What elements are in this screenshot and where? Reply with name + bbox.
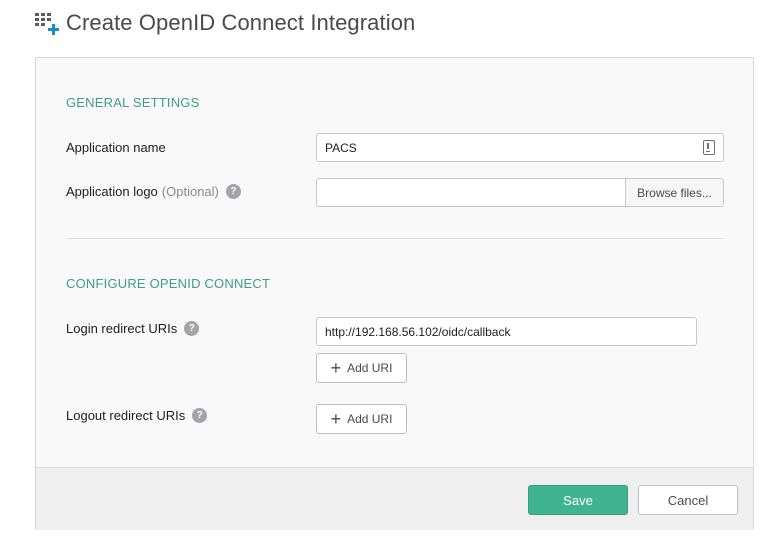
- optional-hint: (Optional): [161, 184, 219, 199]
- configure-openid-title: CONFIGURE OPENID CONNECT: [66, 276, 271, 291]
- login-redirect-uri-value: http://192.168.56.102/oidc/callback: [325, 324, 511, 339]
- add-uri-label: Add URI: [347, 412, 393, 426]
- plus-icon: +: [330, 358, 342, 378]
- browse-files-button[interactable]: Browse files...: [625, 179, 723, 206]
- application-name-label-text: Application name: [66, 140, 166, 155]
- add-logout-uri-button[interactable]: + Add URI: [316, 404, 407, 434]
- help-icon[interactable]: ?: [192, 408, 208, 423]
- add-uri-label: Add URI: [347, 361, 393, 375]
- section-divider: [66, 238, 724, 239]
- cancel-button[interactable]: Cancel: [638, 485, 738, 515]
- application-name-label: Application name: [66, 140, 166, 155]
- application-logo-label-text: Application logo: [66, 184, 158, 199]
- add-login-uri-button[interactable]: + Add URI: [316, 353, 407, 383]
- integration-form-panel: GENERAL SETTINGS Application name PACS A…: [35, 57, 754, 530]
- application-logo-file-input[interactable]: Browse files...: [316, 178, 724, 207]
- plus-icon: +: [330, 409, 342, 429]
- help-icon[interactable]: ?: [225, 184, 241, 199]
- form-footer: Save Cancel: [36, 467, 753, 530]
- logout-redirect-label: Logout redirect URIs ?: [66, 408, 208, 423]
- page-title: Create OpenID Connect Integration: [66, 10, 416, 35]
- save-button[interactable]: Save: [528, 485, 628, 515]
- grid-plus-icon: [34, 9, 62, 37]
- general-settings-title: GENERAL SETTINGS: [66, 95, 200, 110]
- login-redirect-label: Login redirect URIs ?: [66, 321, 200, 336]
- page-header: Create OpenID Connect Integration: [34, 8, 415, 38]
- login-redirect-uri-input[interactable]: http://192.168.56.102/oidc/callback: [316, 317, 697, 346]
- help-icon[interactable]: ?: [184, 321, 200, 336]
- application-name-value: PACS: [325, 140, 357, 155]
- application-name-input[interactable]: PACS: [316, 133, 724, 162]
- logout-redirect-label-text: Logout redirect URIs: [66, 408, 186, 423]
- application-logo-label: Application logo (Optional) ?: [66, 184, 241, 199]
- login-redirect-label-text: Login redirect URIs: [66, 321, 178, 336]
- keyboard-lock-icon: [703, 140, 715, 155]
